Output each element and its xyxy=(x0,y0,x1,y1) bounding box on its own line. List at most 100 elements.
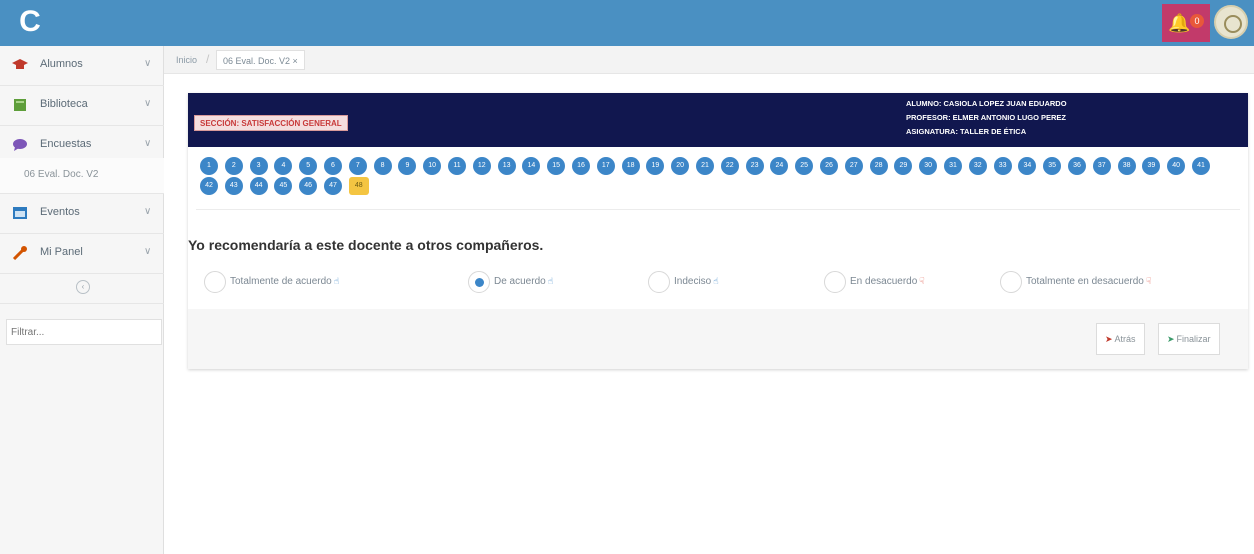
thumbs-down-icon: ☟ xyxy=(1145,276,1152,286)
question-number-48[interactable]: 48 xyxy=(348,177,369,195)
chevron-down-icon: ∨ xyxy=(144,246,152,257)
question-number-47[interactable]: 47 xyxy=(324,177,342,195)
question-number-44[interactable]: 44 xyxy=(249,177,268,195)
survey-footer: ➤ Atrás ➤ Finalizar xyxy=(188,309,1248,369)
chat-bubble-icon xyxy=(13,139,27,151)
sidebar: Alumnos ∨ Biblioteca ∨ Encuestas ∨ 06 Ev… xyxy=(0,46,164,554)
radio-button[interactable] xyxy=(468,271,490,293)
question-number-28[interactable]: 28 xyxy=(869,157,888,175)
question-number-6[interactable]: 6 xyxy=(324,157,342,175)
question-number-7[interactable]: 7 xyxy=(348,157,367,175)
question-number-30[interactable]: 30 xyxy=(919,157,938,175)
question-navigator: 1 2 3 4 5 6 7 8 9 10 11 12 13 14 15 16 17 18 19 20 21 22 23 24 2… xyxy=(200,157,1240,197)
sidebar-item-eventos[interactable]: Eventos ∨ xyxy=(0,194,164,234)
question-number-3[interactable]: 3 xyxy=(249,157,268,175)
question-number-29[interactable]: 29 xyxy=(894,157,913,175)
question-number-27[interactable]: 27 xyxy=(844,157,863,175)
question-number-17[interactable]: 17 xyxy=(596,157,615,175)
question-number-32[interactable]: 32 xyxy=(968,157,987,175)
arrow-left-icon: ➤ xyxy=(1105,334,1113,344)
radio-button[interactable] xyxy=(648,271,670,293)
profesor-info: PROFESOR: ELMER ANTONIO LUGO PEREZ xyxy=(906,113,1067,122)
graduation-cap-icon xyxy=(12,59,28,69)
question-number-12[interactable]: 12 xyxy=(472,157,491,175)
notification-badge: 0 xyxy=(1190,14,1204,28)
question-number-41[interactable]: 41 xyxy=(1192,157,1210,175)
question-number-21[interactable]: 21 xyxy=(696,157,714,175)
question-number-13[interactable]: 13 xyxy=(497,157,516,175)
chevron-down-icon: ∨ xyxy=(144,206,152,217)
question-number-20[interactable]: 20 xyxy=(671,157,690,175)
breadcrumb-active-tab[interactable]: 06 Eval. Doc. V2 × xyxy=(216,50,305,70)
option-label: Totalmente de acuerdo xyxy=(230,276,332,287)
question-number-8[interactable]: 8 xyxy=(373,157,392,175)
option-label: En desacuerdo xyxy=(850,276,918,287)
option-label: Indeciso xyxy=(674,276,712,287)
question-text: Yo recomendaría a este docente a otros c… xyxy=(188,237,544,253)
question-number-10[interactable]: 10 xyxy=(423,157,442,175)
question-number-25[interactable]: 25 xyxy=(795,157,814,175)
question-number-15[interactable]: 15 xyxy=(547,157,566,175)
thumbs-down-icon: ☟ xyxy=(919,276,925,286)
question-number-9[interactable]: 9 xyxy=(398,157,417,175)
question-number-43[interactable]: 43 xyxy=(224,177,243,195)
sidebar-item-label: Eventos xyxy=(40,206,80,218)
question-number-33[interactable]: 33 xyxy=(993,157,1012,175)
question-number-45[interactable]: 45 xyxy=(274,177,293,195)
question-number-36[interactable]: 36 xyxy=(1068,157,1086,175)
question-number-19[interactable]: 19 xyxy=(646,157,665,175)
question-number-40[interactable]: 40 xyxy=(1167,157,1186,175)
question-number-26[interactable]: 26 xyxy=(820,157,838,175)
back-button[interactable]: ➤ Atrás xyxy=(1096,323,1145,355)
question-number-5[interactable]: 5 xyxy=(299,157,318,175)
question-number-34[interactable]: 34 xyxy=(1018,157,1037,175)
question-number-31[interactable]: 31 xyxy=(944,157,962,175)
question-number-37[interactable]: 37 xyxy=(1092,157,1111,175)
user-avatar[interactable] xyxy=(1214,5,1248,39)
back-button-label: Atrás xyxy=(1114,334,1136,344)
question-number-16[interactable]: 16 xyxy=(572,157,590,175)
thumbs-up-icon: ☝ xyxy=(333,276,340,286)
question-number-1[interactable]: 1 xyxy=(200,157,218,175)
question-number-24[interactable]: 24 xyxy=(770,157,789,175)
sidebar-subitem-label: 06 Eval. Doc. V2 xyxy=(24,169,99,180)
section-label: SECCIÓN: SATISFACCIÓN GENERAL xyxy=(194,115,348,131)
question-number-23[interactable]: 23 xyxy=(745,157,764,175)
sidebar-collapse-button[interactable]: ‹ xyxy=(0,274,164,304)
question-number-38[interactable]: 38 xyxy=(1117,157,1136,175)
arrow-right-icon: ➤ xyxy=(1167,334,1175,344)
finish-button[interactable]: ➤ Finalizar xyxy=(1158,323,1220,355)
top-navbar: C 🔔 0 xyxy=(0,0,1254,46)
thumbs-up-icon: ☝ xyxy=(713,276,719,286)
bell-icon: 🔔 xyxy=(1168,13,1191,33)
radio-button[interactable] xyxy=(204,271,226,293)
sidebar-item-alumnos[interactable]: Alumnos ∨ xyxy=(0,46,164,86)
question-number-4[interactable]: 4 xyxy=(274,157,293,175)
question-number-14[interactable]: 14 xyxy=(522,157,541,175)
asignatura-info: ASIGNATURA: TALLER DE ÉTICA xyxy=(906,127,1027,136)
alumno-info: ALUMNO: CASIOLA LOPEZ JUAN EDUARDO xyxy=(906,99,1067,108)
sidebar-search-input[interactable] xyxy=(6,319,162,345)
chevron-down-icon: ∨ xyxy=(144,98,152,109)
finish-button-label: Finalizar xyxy=(1176,334,1211,344)
question-number-42[interactable]: 42 xyxy=(200,177,218,195)
calendar-icon xyxy=(13,207,27,219)
question-number-46[interactable]: 46 xyxy=(299,177,318,195)
notifications-button[interactable]: 🔔 0 xyxy=(1162,4,1210,42)
app-logo[interactable]: C xyxy=(14,6,46,38)
radio-button[interactable] xyxy=(1000,271,1022,293)
question-number-2[interactable]: 2 xyxy=(224,157,243,175)
sidebar-subitem-eval[interactable]: 06 Eval. Doc. V2 xyxy=(0,158,164,194)
breadcrumb-home[interactable]: Inicio xyxy=(176,55,197,65)
sidebar-item-mi-panel[interactable]: Mi Panel ∨ xyxy=(0,234,164,274)
question-number-39[interactable]: 39 xyxy=(1142,157,1161,175)
option-label: De acuerdo xyxy=(494,276,546,287)
book-icon xyxy=(14,99,26,111)
question-number-22[interactable]: 22 xyxy=(720,157,739,175)
sidebar-item-biblioteca[interactable]: Biblioteca ∨ xyxy=(0,86,164,126)
sidebar-item-label: Encuestas xyxy=(40,138,92,150)
question-number-11[interactable]: 11 xyxy=(448,157,466,175)
question-number-35[interactable]: 35 xyxy=(1043,157,1062,175)
question-number-18[interactable]: 18 xyxy=(621,157,640,175)
radio-button[interactable] xyxy=(824,271,846,293)
